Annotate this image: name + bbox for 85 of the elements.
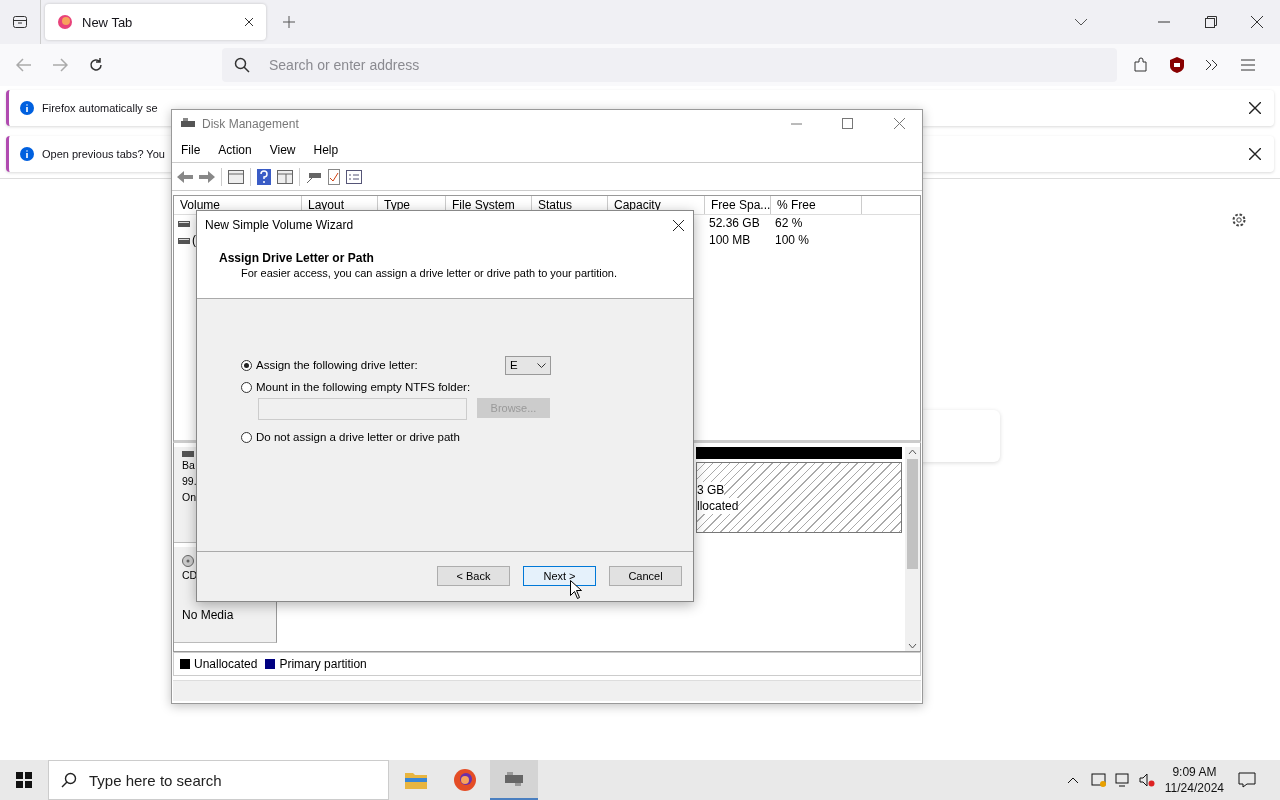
taskbar-search-input[interactable]: Type here to search (87, 770, 388, 790)
dialog-title: New Simple Volume Wizard (205, 218, 354, 232)
close-icon[interactable] (1251, 16, 1263, 28)
notification-center-icon[interactable] (1238, 772, 1256, 788)
table-cell: 100 MB (709, 232, 751, 249)
dialog-button[interactable]: < Back (437, 566, 510, 586)
double-chevron-icon[interactable] (1205, 59, 1219, 71)
column-header[interactable]: Free Spa... (705, 196, 771, 214)
option-label[interactable]: Assign the following drive letter: (256, 359, 418, 371)
table-cell: 52.36 GB (709, 215, 760, 232)
mouse-cursor-icon (570, 580, 582, 599)
partition-text: 3 GB (697, 481, 725, 498)
restore-icon[interactable] (1205, 16, 1217, 28)
close-icon[interactable] (673, 219, 684, 231)
menu-item[interactable]: View (269, 142, 296, 157)
maximize-icon[interactable] (842, 118, 853, 129)
tab-list-icon[interactable] (12, 14, 28, 30)
close-icon[interactable] (1249, 148, 1261, 160)
radio-button[interactable] (241, 359, 252, 371)
info-icon (20, 147, 34, 161)
folder-icon[interactable] (404, 770, 428, 790)
network-warning-icon[interactable] (1090, 772, 1107, 788)
legend-label: Unallocated (194, 657, 258, 671)
disk-info-text: On (182, 490, 197, 505)
legend-label: Primary partition (279, 657, 367, 671)
menu-item[interactable]: Help (313, 142, 339, 157)
clock-date: 11/24/2024 (1164, 780, 1224, 796)
disk-status-text: No Media (182, 607, 235, 623)
chevron-down-icon[interactable] (1074, 18, 1088, 26)
menu-item[interactable]: Action (218, 142, 252, 157)
close-icon[interactable] (1249, 102, 1261, 114)
panel-icon[interactable] (277, 169, 293, 184)
properties-icon[interactable] (346, 169, 362, 184)
checklist-icon[interactable] (328, 168, 340, 185)
window-title: Disk Management (202, 116, 299, 131)
puzzle-icon[interactable] (1133, 57, 1149, 73)
browser-icon[interactable] (453, 768, 477, 792)
disk-info-text: CD (182, 568, 199, 583)
dialog-button[interactable]: Next > (523, 566, 596, 586)
back-arrow-icon[interactable] (177, 170, 193, 183)
partition-text: llocated (697, 497, 739, 514)
search-icon (234, 57, 250, 73)
caret-up-icon[interactable] (1066, 776, 1079, 784)
scrollbar[interactable] (905, 447, 920, 651)
help-icon[interactable] (257, 168, 271, 185)
disk-info-text: 99. (182, 474, 198, 489)
table-cell: 62 % (775, 215, 803, 232)
menu-item[interactable]: File (181, 142, 201, 157)
option-label[interactable]: Do not assign a drive letter or drive path (256, 431, 460, 443)
reload-icon[interactable] (88, 57, 104, 73)
disk-drive-icon (503, 770, 525, 788)
globe-icon (57, 14, 73, 30)
menu-icon[interactable] (1241, 59, 1255, 71)
scroll-down-icon[interactable] (908, 643, 917, 649)
settings-icon[interactable] (1231, 212, 1247, 228)
step-heading: Assign Drive Letter or Path (219, 251, 375, 265)
notification-text: Open previous tabs? You (42, 148, 165, 160)
address-field[interactable]: Search or enter address (222, 48, 1117, 82)
radio-button[interactable] (241, 381, 252, 393)
browser-tab[interactable]: New Tab (45, 4, 266, 40)
calendar-icon[interactable] (228, 169, 244, 184)
windows-start-icon[interactable] (16, 772, 32, 788)
notification-text: Firefox automatically se (42, 102, 158, 114)
table-cell: 100 % (775, 232, 810, 249)
info-icon (20, 101, 34, 115)
forward-arrow-icon[interactable] (199, 170, 215, 183)
option-label[interactable]: Mount in the following empty NTFS folder: (256, 381, 471, 393)
monitor-icon[interactable] (1114, 772, 1131, 788)
clock-time: 9:09 AM (1172, 764, 1217, 780)
radio-button[interactable] (241, 431, 252, 443)
table-cell: ( (192, 232, 196, 249)
disk-info-text: Ba (182, 458, 196, 473)
column-header[interactable]: % Free (771, 196, 862, 214)
muted-speaker-icon[interactable] (1138, 772, 1155, 788)
dialog-button[interactable]: Cancel (609, 566, 682, 586)
taskbar-app[interactable] (490, 760, 538, 800)
search-icon (61, 772, 77, 788)
scroll-up-icon[interactable] (908, 449, 917, 455)
shield-icon[interactable] (1169, 56, 1185, 74)
step-description: For easier access, you can assign a drive letter or drive path to your partition. (241, 267, 618, 279)
disc-icon (182, 555, 194, 567)
close-icon[interactable] (244, 17, 254, 27)
caret-icon (537, 362, 546, 368)
drive-letter-dropdown[interactable]: E (505, 355, 551, 375)
taskbar-search-field[interactable]: Type here to search (48, 760, 389, 800)
